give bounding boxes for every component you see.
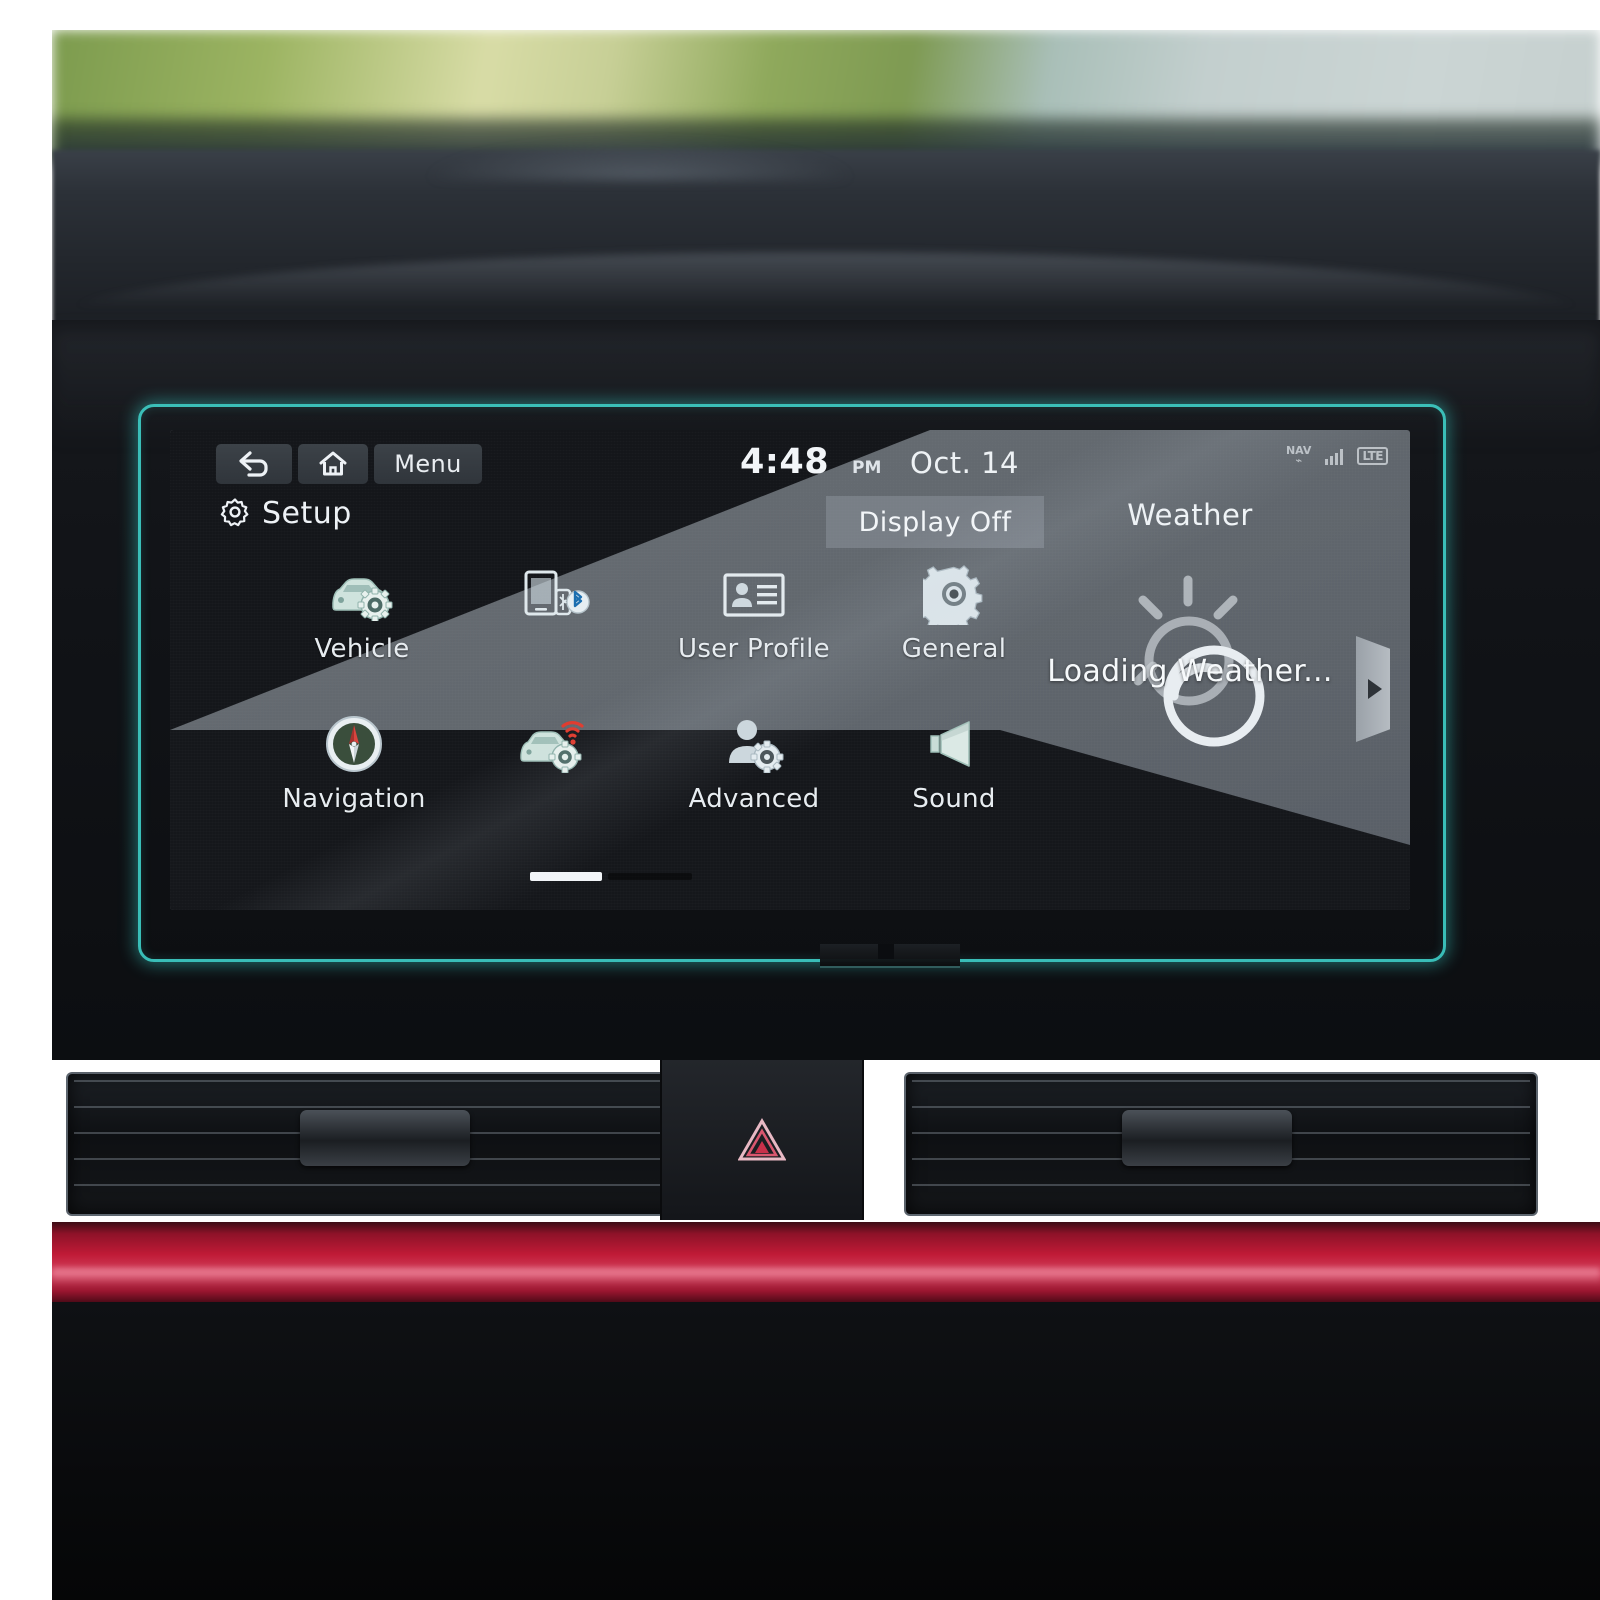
car-infotainment-photo: Menu 4:48 PM Oct. 14 NAV ⌁ LTE: [0, 0, 1600, 1600]
dashboard-hump: [430, 140, 850, 180]
vent-slider-right[interactable]: [1122, 1110, 1292, 1166]
screen-protector-tab: [878, 944, 894, 959]
screen-reflection-glare: [170, 430, 1410, 910]
red-accent-trim: [52, 1222, 1600, 1306]
infotainment-display[interactable]: Menu 4:48 PM Oct. 14 NAV ⌁ LTE: [170, 430, 1410, 910]
lower-button-console: PWR VOL ENTER TUNE FILE MAP NAV ‹ SEEK T…: [52, 1302, 1600, 1600]
air-vent-right[interactable]: [904, 1072, 1538, 1216]
image-left-margin: [0, 0, 52, 1600]
image-top-margin: [0, 0, 1600, 30]
vent-slider-left[interactable]: [300, 1110, 470, 1166]
air-vent-left[interactable]: [66, 1072, 700, 1216]
red-trim-gloss: [52, 1268, 1600, 1284]
hazard-triangle-icon[interactable]: [737, 1118, 787, 1162]
